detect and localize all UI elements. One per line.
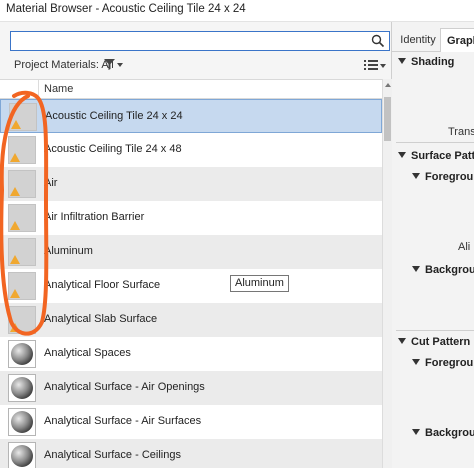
- filter-bar: Project Materials: All: [0, 54, 392, 78]
- search-input[interactable]: [10, 31, 390, 51]
- material-name: Acoustic Ceiling Tile 24 x 48: [44, 143, 182, 155]
- align-label: Ali: [458, 241, 471, 253]
- material-list-item[interactable]: Analytical Surface - Air Surfaces: [0, 405, 382, 439]
- material-list-item[interactable]: Aluminum: [0, 235, 382, 269]
- section-divider: [396, 142, 474, 143]
- cut-pattern-section-header[interactable]: Cut Pattern: [398, 336, 470, 348]
- cut-foreground-label: Foregroun: [425, 357, 474, 369]
- surface-pattern-section-header[interactable]: Surface Patter: [398, 150, 474, 162]
- warning-triangle-icon: [10, 255, 20, 264]
- collapse-triangle-icon[interactable]: [412, 173, 420, 179]
- properties-tabs: Identity Graph: [392, 28, 474, 52]
- material-name: Acoustic Ceiling Tile 24 x 24: [45, 110, 183, 122]
- material-thumbnail: [9, 103, 37, 131]
- scrollbar-thumb[interactable]: [384, 97, 391, 141]
- material-properties-pane: Identity Graph Shading Transp Surface Pa…: [392, 22, 474, 468]
- material-list-item[interactable]: Analytical Floor Surface: [0, 269, 382, 303]
- filter-dropdown-icon[interactable]: [117, 63, 123, 67]
- transparency-label: Transp: [448, 126, 474, 138]
- material-thumbnail: [8, 238, 36, 266]
- search-icon[interactable]: [371, 34, 385, 48]
- material-name: Analytical Surface - Air Surfaces: [44, 415, 202, 427]
- material-list-item[interactable]: Analytical Surface - Air Openings: [0, 371, 382, 405]
- warning-triangle-icon: [11, 120, 21, 129]
- window-title: Material Browser - Acoustic Ceiling Tile…: [6, 3, 246, 15]
- shading-label: Shading: [411, 56, 455, 68]
- material-list-item[interactable]: Air: [0, 167, 382, 201]
- list-header: Name: [0, 80, 382, 99]
- material-list-pane: Project Materials: All Name Acoustic Cei…: [0, 22, 392, 468]
- list-scrollbar[interactable]: [382, 79, 392, 468]
- cut-foreground-header[interactable]: Foregroun: [412, 357, 474, 369]
- material-name: Analytical Surface - Air Openings: [44, 381, 205, 393]
- material-name: Analytical Spaces: [44, 347, 131, 359]
- collapse-triangle-icon[interactable]: [398, 58, 406, 64]
- project-materials-filter[interactable]: Project Materials: All: [14, 59, 114, 71]
- list-view-icon[interactable]: [364, 59, 378, 71]
- material-list-item[interactable]: Analytical Surface - Ceilings: [0, 439, 382, 468]
- material-name: Analytical Slab Surface: [44, 313, 158, 325]
- surface-foreground-label: Foregroun: [425, 171, 474, 183]
- material-name: Air: [44, 177, 58, 189]
- surface-foreground-header[interactable]: Foregroun: [412, 171, 474, 183]
- surface-background-label: Backgroun: [425, 264, 474, 276]
- material-sphere-thumbnail: [8, 374, 36, 402]
- warning-triangle-icon: [10, 153, 20, 162]
- material-list-item[interactable]: Air Infiltration Barrier: [0, 201, 382, 235]
- filter-funnel-icon[interactable]: [104, 59, 115, 70]
- material-sphere-thumbnail: [8, 442, 36, 468]
- material-list-item[interactable]: Acoustic Ceiling Tile 24 x 24: [0, 99, 382, 133]
- column-divider: [38, 80, 39, 99]
- surface-background-header[interactable]: Backgroun: [412, 264, 474, 276]
- material-list-item[interactable]: Acoustic Ceiling Tile 24 x 48: [0, 133, 382, 167]
- cut-pattern-label: Cut Pattern: [411, 336, 471, 348]
- collapse-triangle-icon[interactable]: [398, 152, 406, 158]
- material-sphere-thumbnail: [8, 408, 36, 436]
- collapse-triangle-icon[interactable]: [412, 359, 420, 365]
- name-column-header[interactable]: Name: [44, 83, 73, 95]
- surface-pattern-label: Surface Patter: [411, 150, 474, 162]
- warning-triangle-icon: [10, 289, 20, 298]
- title-bar: Material Browser - Acoustic Ceiling Tile…: [0, 0, 474, 22]
- material-sphere-thumbnail: [8, 340, 36, 368]
- material-thumbnail: [8, 204, 36, 232]
- warning-triangle-icon: [10, 323, 20, 332]
- warning-triangle-icon: [10, 187, 20, 196]
- material-list: Name Acoustic Ceiling Tile 24 x 24 Acoust…: [0, 79, 382, 468]
- collapse-triangle-icon[interactable]: [398, 338, 406, 344]
- cut-background-label: Backgroun: [425, 427, 474, 439]
- material-name: Analytical Surface - Ceilings: [44, 449, 181, 461]
- warning-triangle-icon: [10, 221, 20, 230]
- material-thumbnail: [8, 136, 36, 164]
- collapse-triangle-icon[interactable]: [412, 266, 420, 272]
- scroll-up-icon[interactable]: [385, 83, 391, 87]
- cut-background-header[interactable]: Backgroun: [412, 427, 474, 439]
- section-divider: [396, 330, 474, 331]
- material-thumbnail: [8, 170, 36, 198]
- material-name: Aluminum: [44, 245, 93, 257]
- material-name: Analytical Floor Surface: [44, 279, 161, 291]
- material-name: Air Infiltration Barrier: [44, 211, 145, 223]
- shading-section-header[interactable]: Shading: [398, 56, 454, 68]
- material-list-item[interactable]: Analytical Slab Surface: [0, 303, 382, 337]
- view-options-dropdown-icon[interactable]: [380, 64, 386, 68]
- material-list-item[interactable]: Analytical Spaces: [0, 337, 382, 371]
- tab-graphics[interactable]: Graph: [440, 28, 474, 52]
- collapse-triangle-icon[interactable]: [412, 429, 420, 435]
- tab-identity[interactable]: Identity: [396, 28, 440, 52]
- material-thumbnail: [8, 272, 36, 300]
- tooltip: Aluminum: [230, 275, 289, 292]
- material-thumbnail: [8, 306, 36, 334]
